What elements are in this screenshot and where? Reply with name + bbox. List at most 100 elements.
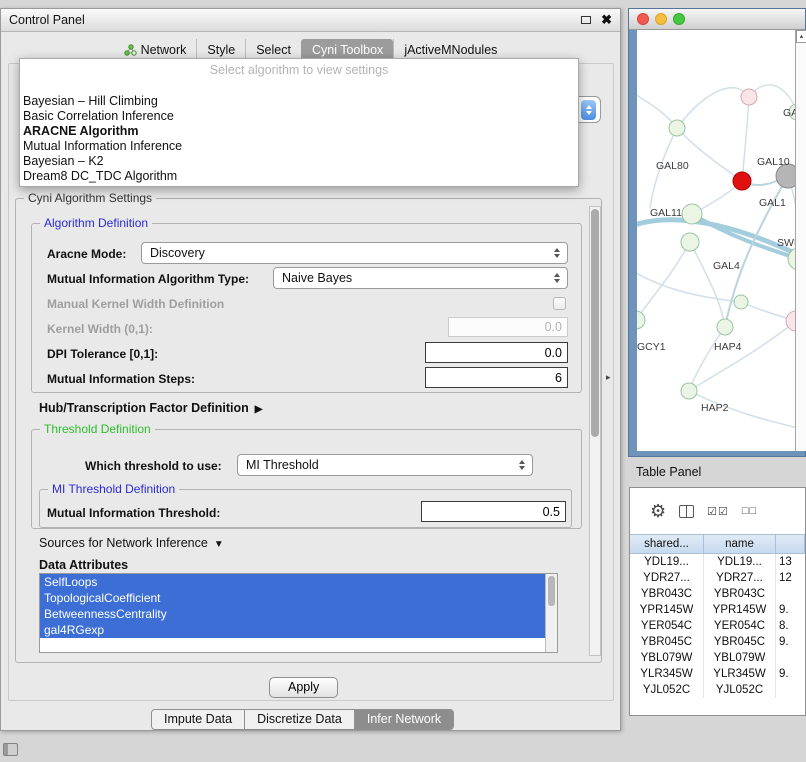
algorithm-option[interactable]: Mutual Information Inference — [23, 139, 575, 154]
scroll-up-button[interactable]: ▲ — [796, 30, 806, 43]
network-node[interactable] — [681, 383, 697, 399]
table-cell[interactable]: 8. — [776, 618, 805, 634]
sources-section-toggle[interactable]: Sources for Network Inference▼ — [39, 536, 224, 550]
table-row[interactable]: YJL052CYJL052C — [630, 682, 805, 698]
dpi-tolerance-input[interactable] — [425, 342, 568, 363]
table-cell[interactable]: 9. — [776, 634, 805, 650]
mi-steps-input[interactable] — [425, 367, 568, 388]
table-cell[interactable]: 9. — [776, 666, 805, 682]
settings-scrollbar[interactable] — [589, 206, 601, 656]
checked-pair-icon[interactable]: ☑☑ — [707, 505, 729, 518]
table-cell[interactable]: YBR043C — [704, 586, 776, 602]
network-edge[interactable] — [742, 97, 749, 181]
algorithm-option[interactable]: ARACNE Algorithm — [23, 124, 575, 139]
close-icon[interactable]: ✖ — [601, 12, 612, 28]
network-node[interactable] — [681, 233, 699, 251]
network-node[interactable] — [733, 172, 751, 190]
tab-label: jActiveMNodules — [404, 43, 497, 57]
close-traffic-light-icon[interactable] — [637, 13, 649, 25]
network-canvas[interactable]: GAL80GAL10GALGAL11GAL1SWI4GAL4GCY1HAP4YH… — [637, 30, 795, 451]
apply-button[interactable]: Apply — [269, 677, 338, 698]
table-cell[interactable]: YLR345W — [704, 666, 776, 682]
attributes-scrollbar[interactable] — [545, 574, 557, 652]
network-edge[interactable] — [677, 128, 742, 181]
network-window-titlebar[interactable] — [629, 9, 805, 30]
network-edge[interactable] — [689, 321, 795, 391]
network-node[interactable] — [717, 319, 733, 335]
network-edge[interactable] — [637, 242, 690, 320]
table-row[interactable]: YER054CYER054C8. — [630, 618, 805, 634]
table-cell[interactable]: YDL19... — [630, 554, 704, 570]
tab-impute-data[interactable]: Impute Data — [152, 710, 244, 729]
network-scrollbar[interactable]: ▲ — [795, 30, 806, 451]
table-cell[interactable]: YDL19... — [704, 554, 776, 570]
table-cell[interactable]: 12 — [776, 570, 805, 586]
scrollbar-thumb[interactable] — [548, 576, 555, 606]
column-header-name[interactable]: name — [704, 535, 776, 553]
table-cell[interactable]: YBL079W — [704, 650, 776, 666]
attribute-item[interactable]: gal4RGexp — [40, 622, 545, 638]
mi-threshold-input[interactable] — [421, 501, 566, 522]
table-row[interactable]: YBR045CYBR045C9. — [630, 634, 805, 650]
network-node[interactable] — [682, 204, 702, 224]
network-edge[interactable] — [690, 242, 725, 327]
table-cell[interactable]: YJL052C — [630, 682, 704, 698]
network-edge[interactable] — [689, 327, 725, 391]
table-cell[interactable]: YPR145W — [630, 602, 704, 618]
algorithm-option[interactable]: Dream8 DC_TDC Algorithm — [23, 169, 575, 184]
gear-icon[interactable]: ⚙ — [650, 501, 666, 522]
which-threshold-combo[interactable]: MI Threshold — [237, 454, 533, 476]
algorithm-option[interactable]: Bayesian – K2 — [23, 154, 575, 169]
attribute-item[interactable]: BetweennessCentrality — [40, 606, 545, 622]
aracne-mode-combo[interactable]: Discovery — [141, 242, 568, 264]
table-cell[interactable]: YLR345W — [630, 666, 704, 682]
column-header-shared[interactable]: shared... — [630, 535, 704, 553]
table-cell[interactable]: YBR045C — [630, 634, 704, 650]
table-cell[interactable]: YER054C — [704, 618, 776, 634]
table-row[interactable]: YBL079WYBL079W — [630, 650, 805, 666]
attribute-item[interactable]: SelfLoops — [40, 574, 545, 590]
table-cell[interactable]: 9. — [776, 602, 805, 618]
mi-type-combo[interactable]: Naive Bayes — [273, 267, 568, 289]
table-cell[interactable]: YBR043C — [630, 586, 704, 602]
float-window-icon[interactable] — [581, 16, 591, 24]
network-node[interactable] — [669, 120, 685, 136]
table-cell[interactable] — [776, 586, 805, 602]
table-cell[interactable]: YJL052C — [704, 682, 776, 698]
column-header-extra[interactable] — [776, 535, 805, 553]
algorithm-option[interactable]: Bayesian – Hill Climbing — [23, 94, 575, 109]
tab-discretize-data[interactable]: Discretize Data — [244, 710, 354, 729]
table-cell[interactable]: YPR145W — [704, 602, 776, 618]
table-cell[interactable]: YBL079W — [630, 650, 704, 666]
table-cell[interactable] — [776, 650, 805, 666]
panel-dock-icon[interactable] — [3, 743, 18, 756]
hub-section-toggle[interactable]: Hub/Transcription Factor Definition▶ — [39, 401, 262, 415]
network-edge[interactable] — [677, 88, 749, 128]
table-row[interactable]: YBR043CYBR043C — [630, 586, 805, 602]
zoom-traffic-light-icon[interactable] — [673, 13, 685, 25]
table-row[interactable]: YDL19...YDL19...13 — [630, 554, 805, 570]
columns-icon[interactable] — [679, 505, 694, 518]
control-panel-titlebar[interactable]: Control Panel ✖ — [1, 9, 620, 32]
network-node[interactable] — [637, 311, 645, 329]
pane-resize-grip[interactable]: ▸ — [606, 372, 611, 383]
unchecked-pair-icon[interactable]: □□ — [742, 505, 757, 517]
table-cell[interactable]: YBR045C — [704, 634, 776, 650]
scrollbar-thumb[interactable] — [591, 209, 599, 437]
attribute-item[interactable]: TopologicalCoefficient — [40, 590, 545, 606]
table-cell[interactable]: YDR27... — [630, 570, 704, 586]
tab-infer-network[interactable]: Infer Network — [354, 710, 453, 729]
table-cell[interactable] — [776, 682, 805, 698]
table-cell[interactable]: YER054C — [630, 618, 704, 634]
table-row[interactable]: YPR145WYPR145W9. — [630, 602, 805, 618]
network-node[interactable] — [741, 89, 757, 105]
algorithm-option[interactable]: Basic Correlation Inference — [23, 109, 575, 124]
table-cell[interactable]: 13 — [776, 554, 805, 570]
table-cell[interactable]: YDR27... — [704, 570, 776, 586]
minimize-traffic-light-icon[interactable] — [655, 13, 667, 25]
kernel-width-input[interactable] — [448, 317, 568, 337]
table-row[interactable]: YLR345WYLR345W9. — [630, 666, 805, 682]
table-row[interactable]: YDR27...YDR27...12 — [630, 570, 805, 586]
network-node[interactable] — [734, 295, 748, 309]
manual-kernel-checkbox[interactable] — [553, 297, 566, 310]
